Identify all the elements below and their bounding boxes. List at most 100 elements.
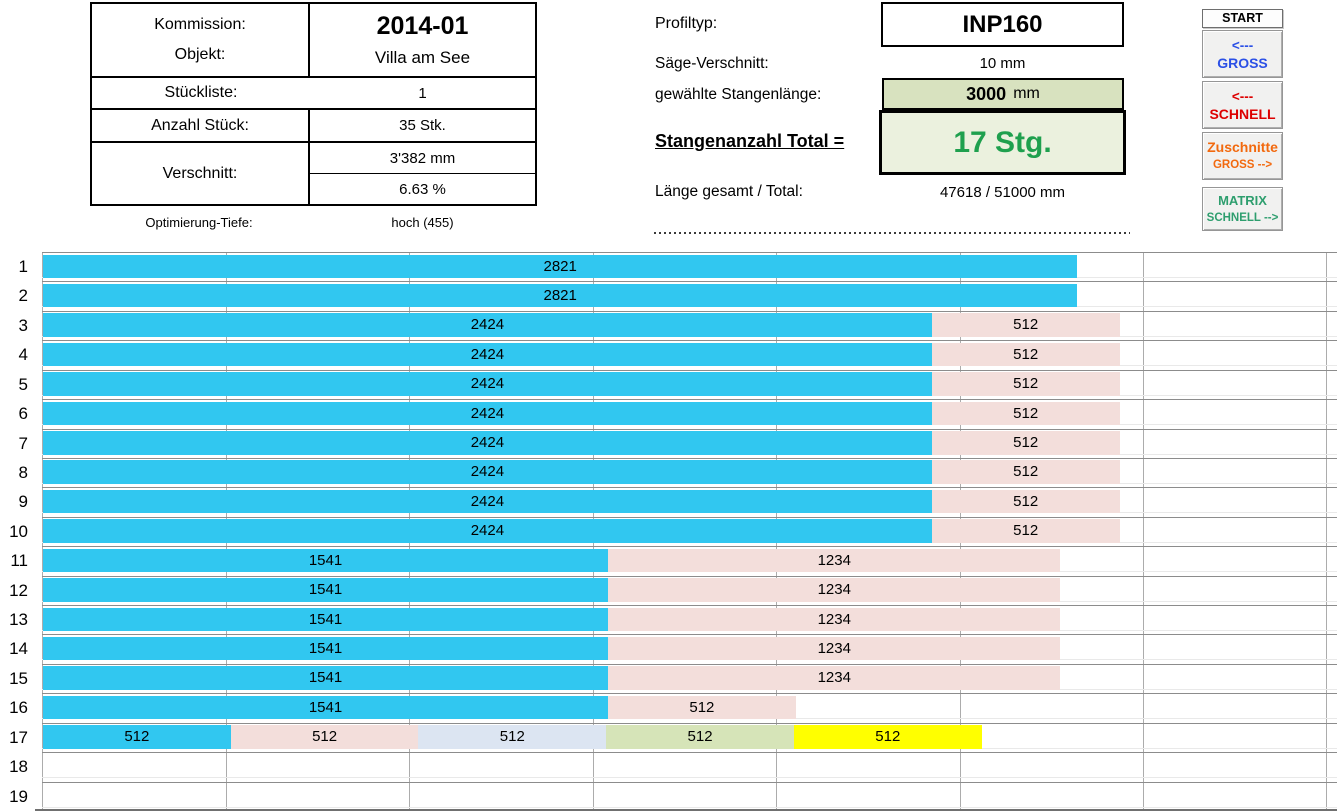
bar-segment-cyan: 1541	[43, 666, 609, 690]
verschnitt-mm-cell: 3'382 mm	[310, 143, 535, 174]
row-gridline-light	[42, 777, 1337, 779]
gross-back-button[interactable]: <--- GROSS	[1202, 30, 1283, 78]
chart-row-9: 9 2424 512	[0, 487, 1337, 516]
row-gridline	[42, 516, 1337, 518]
row-gridline	[42, 781, 1337, 783]
row-gridline	[42, 693, 1337, 695]
schnell-arrow-label: <---	[1231, 88, 1254, 104]
chart-row-4: 4 2424 512	[0, 340, 1337, 369]
objekt-value-cell[interactable]: Villa am See	[375, 48, 470, 68]
row-number: 12	[9, 580, 28, 600]
row-gridline	[42, 575, 1337, 577]
chart-row-1: 1 2821	[0, 252, 1337, 281]
bar-segment-cyan: 2821	[43, 254, 1078, 278]
gross-label: GROSS	[1217, 54, 1268, 71]
chart-row-11: 11 1541 1234	[0, 546, 1337, 575]
zuschnitte-gross-button[interactable]: Zuschnitte GROSS -->	[1202, 132, 1283, 180]
saege-verschnitt-value[interactable]: 10 mm	[881, 55, 1124, 72]
bar-segment-cyan: 1541	[43, 548, 609, 573]
bar-segment-cyan: 2424	[43, 372, 932, 396]
zuschnitte-sub-label: GROSS -->	[1212, 158, 1273, 171]
bar-segment-cyan: 2821	[43, 283, 1078, 308]
laenge-gesamt-value: 47618 / 51000 mm	[939, 184, 1066, 201]
stangenlaenge-value-box[interactable]: 3000 mm	[882, 78, 1124, 110]
row-number: 6	[18, 404, 28, 424]
stangenlaenge-value: 3000	[966, 83, 1007, 104]
schnell-label: SCHNELL	[1209, 105, 1276, 122]
bar-segment-cyan: 2424	[43, 431, 932, 455]
bar-segment-cyan: 1541	[43, 636, 609, 661]
chart-row-18: 18	[0, 752, 1337, 781]
bar-segment-pink: 512	[931, 431, 1120, 455]
bar-segment-pink: 512	[230, 725, 419, 749]
row-number: 19	[9, 786, 28, 806]
row-number: 11	[10, 551, 28, 571]
matrix-sub-label: SCHNELL -->	[1206, 211, 1279, 224]
bar-segment-cyan: 1541	[43, 607, 609, 632]
start-button-label: START	[1222, 11, 1263, 25]
stangenlaenge-label: gewählte Stangenlänge:	[655, 86, 822, 103]
row-number: 9	[18, 492, 28, 512]
stueckliste-row: Stückliste: 1	[92, 76, 535, 108]
stueckliste-value-cell[interactable]: 1	[310, 78, 535, 108]
chart-row-7: 7 2424 512	[0, 428, 1337, 458]
cutting-plan-chart: 1 2821 2 2821 3 2424 512 4 2424 512 5 2424 512 6 2424 5…	[0, 252, 1337, 811]
bar-segment-pink: 512	[931, 313, 1120, 337]
profiltyp-value-box[interactable]: INP160	[881, 2, 1124, 47]
chart-row-6: 6 2424 512	[0, 399, 1337, 428]
anzahl-row: Anzahl Stück: 35 Stk.	[92, 108, 535, 141]
chart-row-10: 10 2424 512	[0, 516, 1337, 546]
row-number: 15	[9, 668, 28, 688]
bar-segment-yellow: 512	[793, 725, 982, 749]
row-number: 4	[18, 345, 28, 365]
bar-segment-cyan: 2424	[43, 489, 932, 514]
row-gridline	[42, 663, 1337, 665]
profiltyp-label: Profiltyp:	[655, 15, 718, 32]
saege-verschnitt-label: Säge-Verschnitt:	[655, 55, 769, 72]
kommission-objekt-values: 2014-01 Villa am See	[310, 4, 535, 76]
start-button[interactable]: START	[1202, 9, 1283, 28]
row-gridline	[42, 340, 1337, 342]
row-number: 13	[9, 610, 28, 630]
row-gridline	[42, 487, 1337, 489]
bar-segment-cyan: 2424	[43, 342, 932, 367]
kommission-value-cell[interactable]: 2014-01	[377, 12, 469, 41]
schnell-back-button[interactable]: <--- SCHNELL	[1202, 81, 1283, 129]
row-gridline	[42, 252, 1337, 253]
bar-segment-pink: 512	[931, 342, 1120, 367]
matrix-schnell-button[interactable]: MATRIX SCHNELL -->	[1202, 187, 1283, 231]
row-gridline-light	[42, 806, 1337, 808]
row-number: 18	[9, 757, 28, 777]
row-gridline	[42, 546, 1337, 548]
row-number: 7	[18, 433, 28, 453]
kommission-objekt-labels: Kommission: Objekt:	[92, 4, 310, 76]
bar-segment-cyan: 512	[43, 725, 231, 749]
row-gridline	[42, 722, 1337, 724]
kommission-objekt-row: Kommission: Objekt: 2014-01 Villa am See	[92, 4, 535, 76]
objekt-label: Objekt:	[174, 46, 226, 63]
anzahl-value-cell: 35 Stk.	[399, 117, 446, 134]
row-gridline	[42, 399, 1337, 401]
row-gridline	[42, 310, 1337, 312]
chart-row-17: 17 512 512 512 512 512	[0, 722, 1337, 752]
spreadsheet-page: { "left_table": { "kommission_label": "K…	[0, 0, 1337, 811]
bar-segment-cyan: 2424	[43, 519, 932, 543]
row-gridline	[42, 605, 1337, 607]
matrix-label: MATRIX	[1218, 192, 1267, 208]
stangenanzahl-total-box: 17 Stg.	[879, 110, 1126, 175]
row-number: 14	[9, 639, 28, 659]
chart-row-13: 13 1541 1234	[0, 605, 1337, 634]
chart-row-8: 8 2424 512	[0, 457, 1337, 487]
bar-segment-pink: 512	[931, 401, 1120, 426]
bar-segment-cyan: 2424	[43, 460, 932, 484]
bar-segment-cyan: 2424	[43, 313, 932, 337]
chart-row-16: 16 1541 512	[0, 693, 1337, 722]
verschnitt-pct-cell: 6.63 %	[399, 180, 446, 198]
row-gridline	[42, 752, 1337, 754]
bar-segment-lightblue: 512	[418, 725, 607, 749]
row-number: 10	[9, 521, 28, 541]
kommission-label: Kommission:	[154, 16, 246, 33]
row-gridline	[42, 369, 1337, 371]
row-gridline	[42, 457, 1337, 459]
verschnitt-label: Verschnitt:	[92, 143, 310, 204]
